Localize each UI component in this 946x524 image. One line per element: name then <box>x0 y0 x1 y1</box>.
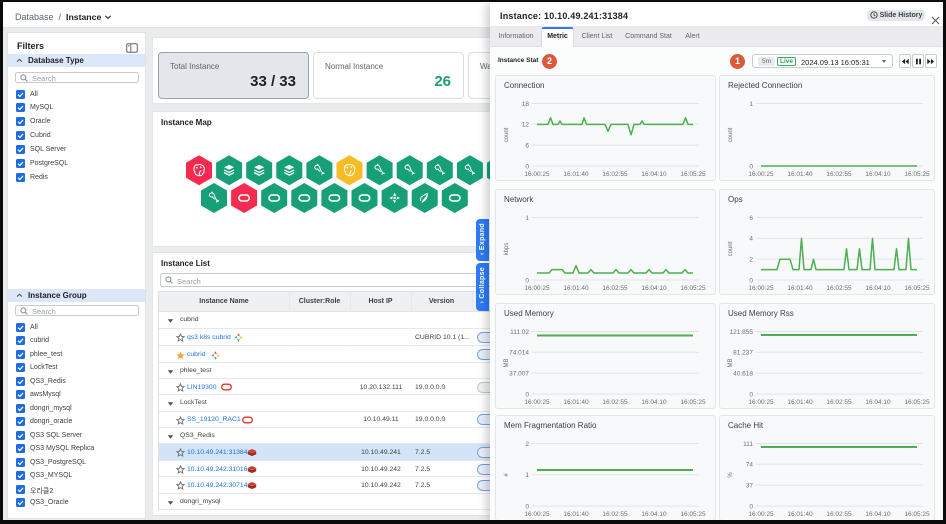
svg-text:0: 0 <box>525 163 529 170</box>
svg-text:16:05:25: 16:05:25 <box>680 511 706 518</box>
svg-text:%: % <box>728 472 734 478</box>
svg-text:1: 1 <box>525 215 529 222</box>
svg-text:16:01:40: 16:01:40 <box>563 171 589 178</box>
svg-text:16:01:40: 16:01:40 <box>787 171 813 178</box>
svg-text:16:01:40: 16:01:40 <box>563 285 589 292</box>
svg-text:16:04:10: 16:04:10 <box>865 511 891 518</box>
svg-text:16:01:40: 16:01:40 <box>787 399 813 406</box>
svg-text:6: 6 <box>749 215 753 222</box>
svg-text:count: count <box>728 241 734 256</box>
svg-text:16:05:25: 16:05:25 <box>680 399 706 406</box>
svg-text:16:02:55: 16:02:55 <box>826 511 852 518</box>
svg-text:MB: MB <box>504 359 510 368</box>
svg-text:16:00:25: 16:00:25 <box>524 171 550 178</box>
svg-text:16:01:40: 16:01:40 <box>787 285 813 292</box>
svg-text:16:05:25: 16:05:25 <box>904 399 930 406</box>
svg-text:kbps: kbps <box>504 243 510 256</box>
svg-text:0: 0 <box>525 277 529 284</box>
svg-text:16:04:10: 16:04:10 <box>641 285 667 292</box>
svg-text:16:02:55: 16:02:55 <box>602 285 628 292</box>
svg-text:0: 0 <box>525 503 529 510</box>
svg-text:111: 111 <box>743 441 753 448</box>
svg-text:0: 0 <box>749 391 753 398</box>
svg-text:18: 18 <box>522 101 530 108</box>
svg-text:0: 0 <box>525 391 529 398</box>
svg-text:16:00:25: 16:00:25 <box>524 285 550 292</box>
svg-text:16:00:25: 16:00:25 <box>748 171 774 178</box>
svg-text:4: 4 <box>749 236 753 243</box>
svg-text:16:02:55: 16:02:55 <box>826 171 852 178</box>
svg-text:12: 12 <box>522 122 530 129</box>
svg-text:6: 6 <box>525 142 529 149</box>
svg-text:count: count <box>504 127 510 142</box>
svg-text:81.237: 81.237 <box>733 350 753 357</box>
svg-text:16:01:40: 16:01:40 <box>563 399 589 406</box>
svg-text:#: # <box>504 473 510 477</box>
svg-text:16:00:25: 16:00:25 <box>524 399 550 406</box>
svg-text:16:00:25: 16:00:25 <box>748 285 774 292</box>
svg-text:16:02:55: 16:02:55 <box>826 399 852 406</box>
svg-text:0: 0 <box>749 503 753 510</box>
svg-text:16:00:25: 16:00:25 <box>748 399 774 406</box>
svg-text:1: 1 <box>525 472 529 479</box>
svg-text:0: 0 <box>749 277 753 284</box>
svg-text:16:01:40: 16:01:40 <box>563 511 589 518</box>
svg-text:37: 37 <box>746 482 754 489</box>
svg-text:16:01:40: 16:01:40 <box>787 511 813 518</box>
svg-text:16:04:10: 16:04:10 <box>865 171 891 178</box>
svg-text:16:00:25: 16:00:25 <box>748 511 774 518</box>
svg-text:74: 74 <box>746 462 754 469</box>
svg-text:16:04:10: 16:04:10 <box>641 399 667 406</box>
svg-text:16:05:25: 16:05:25 <box>904 171 930 178</box>
svg-text:16:04:10: 16:04:10 <box>641 171 667 178</box>
svg-text:16:02:55: 16:02:55 <box>602 399 628 406</box>
svg-text:16:00:25: 16:00:25 <box>524 511 550 518</box>
svg-text:16:02:55: 16:02:55 <box>602 171 628 178</box>
svg-text:16:04:10: 16:04:10 <box>865 285 891 292</box>
svg-text:16:02:55: 16:02:55 <box>602 511 628 518</box>
svg-text:121.855: 121.855 <box>730 329 754 336</box>
svg-text:74.014: 74.014 <box>509 350 529 357</box>
svg-text:16:05:25: 16:05:25 <box>680 171 706 178</box>
svg-text:16:04:10: 16:04:10 <box>641 511 667 518</box>
svg-text:16:04:10: 16:04:10 <box>865 399 891 406</box>
svg-text:MB: MB <box>728 359 734 368</box>
svg-text:count: count <box>728 127 734 142</box>
svg-text:16:05:25: 16:05:25 <box>904 285 930 292</box>
svg-text:1: 1 <box>749 101 753 108</box>
svg-text:2: 2 <box>525 441 529 448</box>
svg-text:37.007: 37.007 <box>509 370 529 377</box>
svg-text:16:05:25: 16:05:25 <box>680 285 706 292</box>
svg-text:40.618: 40.618 <box>733 370 753 377</box>
svg-text:16:05:25: 16:05:25 <box>904 511 930 518</box>
svg-text:2: 2 <box>749 256 753 263</box>
svg-text:111.02: 111.02 <box>510 329 529 336</box>
svg-text:0: 0 <box>749 163 753 170</box>
svg-text:16:02:55: 16:02:55 <box>826 285 852 292</box>
